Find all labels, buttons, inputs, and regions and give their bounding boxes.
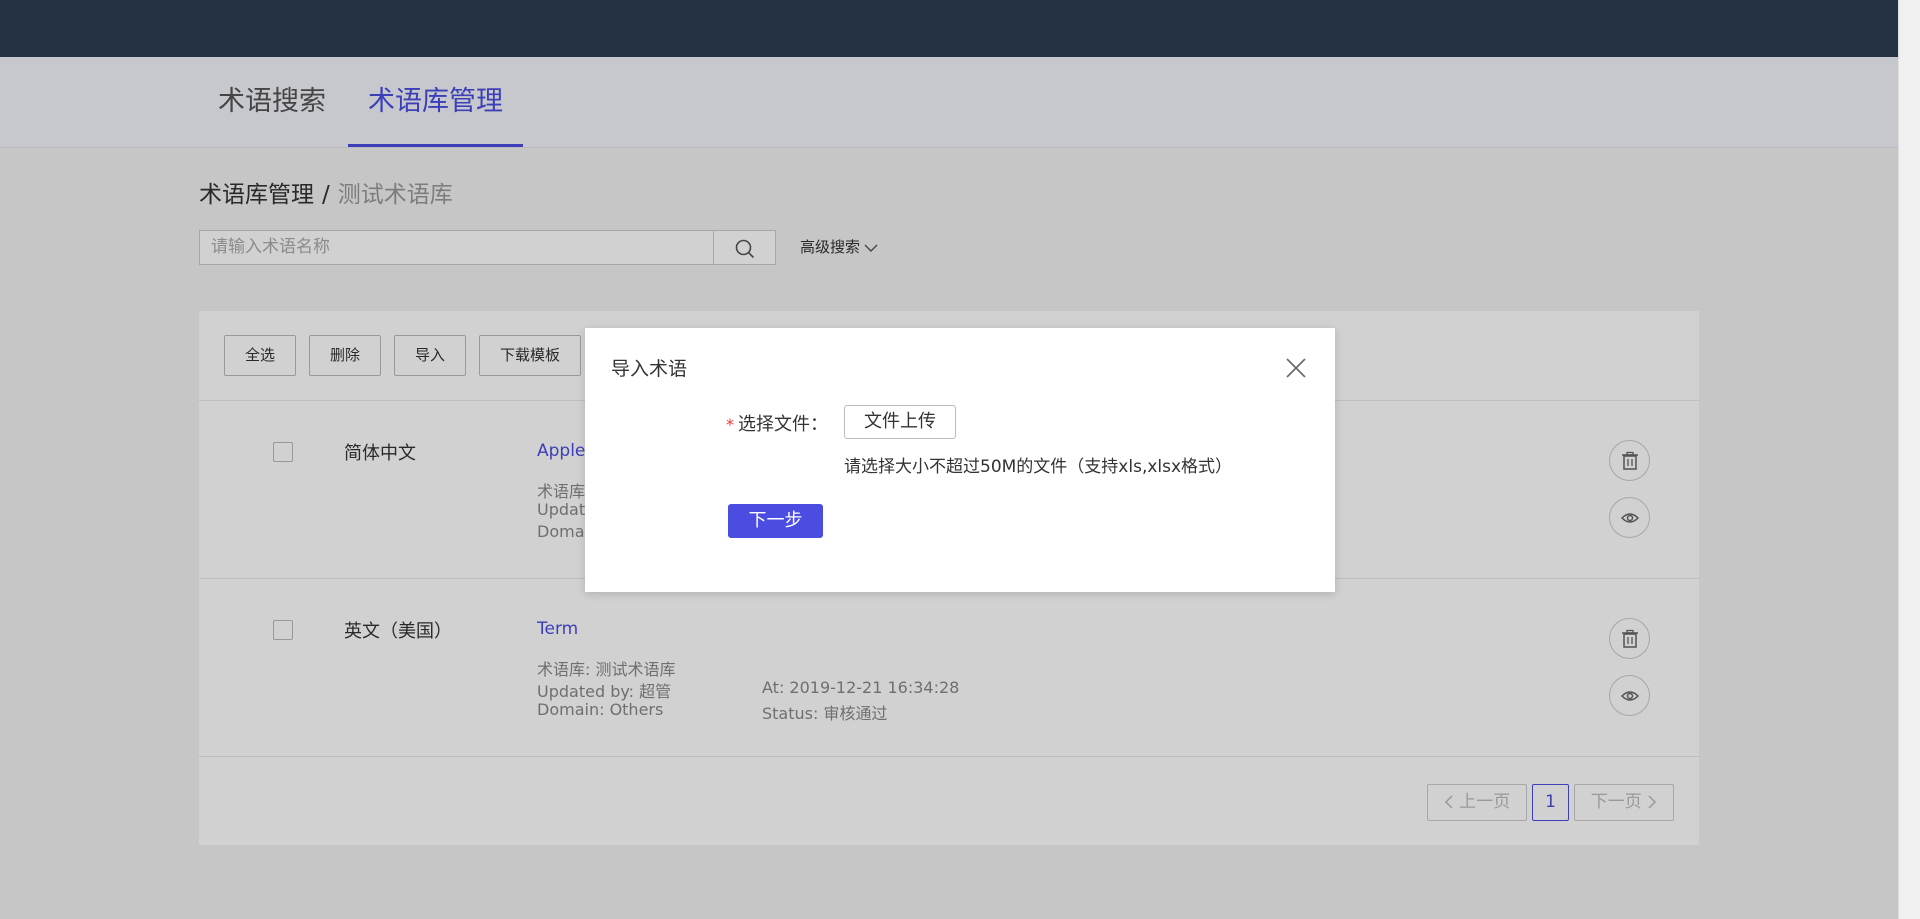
close-button[interactable] xyxy=(1284,356,1308,380)
file-field-label: * 选择文件： xyxy=(726,410,828,436)
required-mark: * xyxy=(726,415,734,434)
file-label-text: 选择文件： xyxy=(738,414,828,435)
close-icon xyxy=(1286,358,1306,378)
file-hint: 请选择大小不超过50M的文件（支持xls,xlsx格式） xyxy=(844,457,1233,477)
file-upload-button[interactable]: 文件上传 xyxy=(844,405,956,439)
dialog-title: 导入术语 xyxy=(611,358,688,380)
next-step-button[interactable]: 下一步 xyxy=(728,504,823,538)
import-term-dialog: 导入术语 * 选择文件： 文件上传 请选择大小不超过50M的文件（支持xls,xl… xyxy=(585,328,1335,592)
scrollbar[interactable] xyxy=(1898,0,1920,919)
